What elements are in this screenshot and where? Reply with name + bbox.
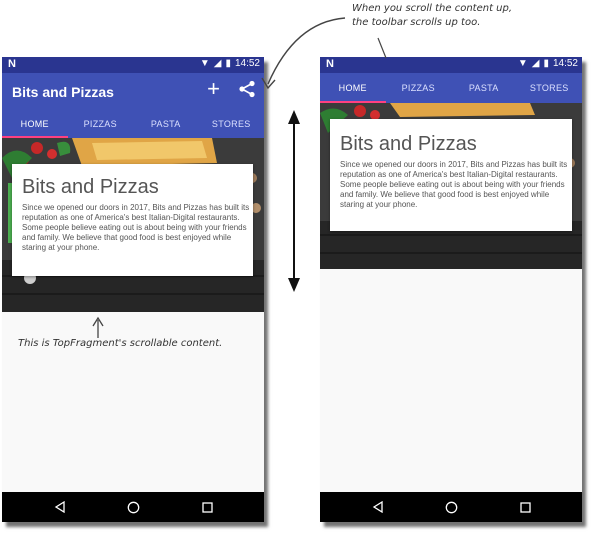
nav-bar bbox=[320, 492, 582, 522]
notification-icon: N bbox=[8, 58, 16, 70]
phone-before-scroll: N ▼ ◢ ▮ 14:52 Bits and Pizzas + HOME PIZ… bbox=[2, 57, 264, 522]
tab-stores[interactable]: STORES bbox=[199, 110, 265, 138]
back-button[interactable] bbox=[52, 499, 68, 515]
card-body: Since we opened our doors in 2017, Bits … bbox=[340, 160, 568, 209]
status-time: 14:52 bbox=[234, 58, 260, 69]
notification-icon: N bbox=[326, 58, 334, 70]
wifi-icon: ▼ bbox=[199, 58, 210, 69]
back-button[interactable] bbox=[370, 499, 386, 515]
scrollable-annotation: This is TopFragment's scrollable content… bbox=[18, 338, 223, 349]
tab-pizzas[interactable]: PIZZAS bbox=[386, 73, 452, 103]
battery-icon: ▮ bbox=[543, 58, 549, 69]
phone-after-scroll: N ▼ ◢ ▮ 14:52 HOME PIZZAS PASTA STORES B… bbox=[320, 57, 582, 522]
battery-icon: ▮ bbox=[225, 58, 231, 69]
wifi-icon: ▼ bbox=[517, 58, 528, 69]
recents-button[interactable] bbox=[199, 499, 215, 515]
status-bar: N ▼ ◢ ▮ 14:52 bbox=[2, 57, 264, 73]
app-title: Bits and Pizzas bbox=[12, 84, 114, 100]
add-icon[interactable]: + bbox=[207, 78, 220, 100]
tab-bar: HOME PIZZAS PASTA STORES bbox=[2, 110, 264, 138]
toolbar-annotation-line2: the toolbar scrolls up too. bbox=[352, 17, 481, 28]
card-body: Since we opened our doors in 2017, Bits … bbox=[22, 203, 250, 252]
signal-icon: ◢ bbox=[531, 58, 540, 69]
signal-icon: ◢ bbox=[213, 58, 222, 69]
info-card: Bits and Pizzas Since we opened our door… bbox=[330, 119, 572, 231]
tab-stores[interactable]: STORES bbox=[517, 73, 583, 103]
card-heading: Bits and Pizzas bbox=[22, 176, 159, 198]
tab-home[interactable]: HOME bbox=[320, 73, 386, 103]
tab-pizzas[interactable]: PIZZAS bbox=[68, 110, 134, 138]
status-bar: N ▼ ◢ ▮ 14:52 bbox=[320, 57, 582, 73]
home-button[interactable] bbox=[443, 499, 459, 515]
tab-pasta[interactable]: PASTA bbox=[133, 110, 199, 138]
tab-pasta[interactable]: PASTA bbox=[451, 73, 517, 103]
recents-button[interactable] bbox=[517, 499, 533, 515]
info-card: Bits and Pizzas Since we opened our door… bbox=[12, 164, 253, 276]
tab-home[interactable]: HOME bbox=[2, 110, 68, 138]
nav-bar bbox=[2, 492, 264, 522]
home-button[interactable] bbox=[125, 499, 141, 515]
share-icon[interactable] bbox=[238, 80, 256, 103]
toolbar: Bits and Pizzas + bbox=[2, 73, 264, 110]
tab-bar: HOME PIZZAS PASTA STORES bbox=[320, 73, 582, 103]
card-heading: Bits and Pizzas bbox=[340, 133, 477, 155]
status-time: 14:52 bbox=[552, 58, 578, 69]
toolbar-annotation-line1: When you scroll the content up, bbox=[352, 3, 513, 14]
